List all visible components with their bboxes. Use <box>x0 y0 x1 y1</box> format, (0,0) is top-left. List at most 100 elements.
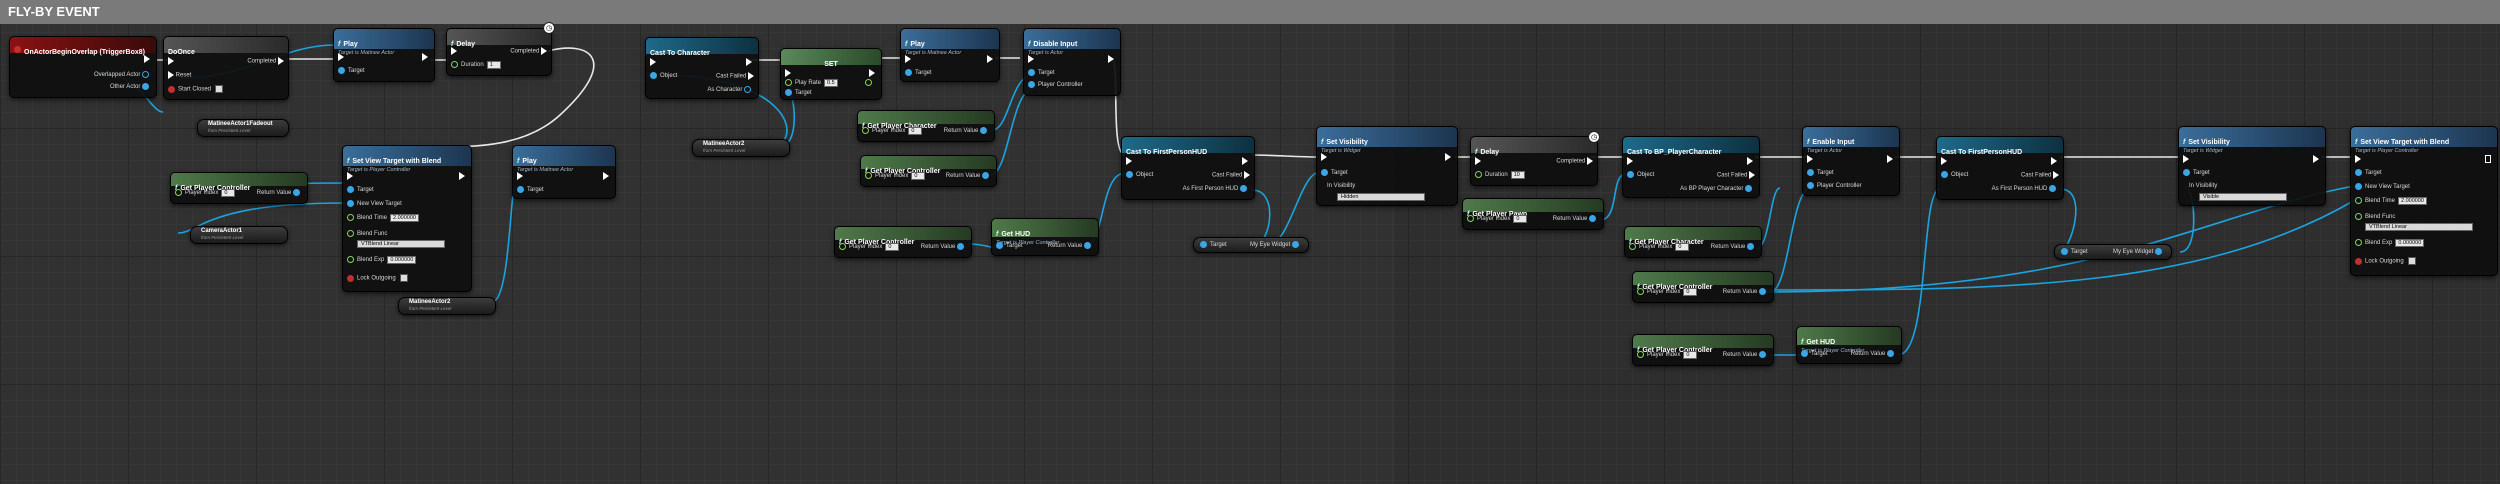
reset-pin[interactable]: Reset <box>168 71 191 79</box>
new-view-target-pin[interactable]: New View Target <box>2355 183 2410 190</box>
cast-to-character-node[interactable]: Cast To Character Object Cast Failed As … <box>645 37 759 99</box>
play-rate-pin[interactable]: Play Rate 0.5 <box>785 79 839 88</box>
return-value-pin[interactable]: Return Value <box>921 243 967 250</box>
visibility-select[interactable]: Hidden <box>1337 193 1425 201</box>
exec-out-pin[interactable] <box>2485 155 2491 163</box>
return-value-pin[interactable]: Return Value <box>1723 288 1769 295</box>
cast-to-bp-player-character-node[interactable]: Cast To BP_PlayerCharacter Object Cast F… <box>1622 136 1760 198</box>
exec-in-pin[interactable] <box>905 55 911 63</box>
do-once-node[interactable]: DoOnce Completed Reset Start Closed <box>163 36 289 100</box>
player-index-pin[interactable]: Player Index 0 <box>865 172 926 181</box>
player-index-pin[interactable]: Player Index 0 <box>839 243 900 252</box>
player-index-pin[interactable]: Player Index 0 <box>1637 351 1698 360</box>
start-closed-checkbox[interactable] <box>215 85 224 93</box>
target-pin[interactable]: Target <box>2355 169 2382 176</box>
as-hud-pin[interactable]: As First Person HUD <box>1183 185 1250 192</box>
target-pin[interactable]: Target <box>1807 169 1834 176</box>
in-visibility-pin[interactable]: In Visibility <box>2189 183 2217 189</box>
exec-in-pin[interactable] <box>1941 157 1947 165</box>
blend-exp-pin[interactable]: Blend Exp 0.000000 <box>2355 239 2425 248</box>
variable-matinee-fadeout[interactable]: MatineeActor1Fadeout from Persistent Lev… <box>197 119 289 137</box>
get-player-character-node-1[interactable]: f Get Player Character Player Index 0 Retu… <box>857 110 995 142</box>
get-hud-node-2[interactable]: f Get HUD Target is Player Controller Targ… <box>1796 326 1902 364</box>
player-index-pin[interactable]: Player Index 0 <box>1467 215 1528 224</box>
blend-time-field[interactable]: 2.000000 <box>2398 197 2427 206</box>
variable-matinee-actor2[interactable]: MatineeActor2 from Persistent Level <box>692 139 790 157</box>
blend-func-pin[interactable]: Blend Func <box>347 230 387 237</box>
variable-matinee-actor2-b[interactable]: MatineeActor2 from Persistent Level <box>398 297 496 315</box>
exec-in-pin[interactable] <box>2355 155 2361 163</box>
in-visibility-pin[interactable]: In Visibility <box>1327 183 1355 189</box>
get-player-controller-node-4[interactable]: f Get Player Controller Player Index 0 Ret… <box>1632 271 1774 303</box>
exec-out-pin[interactable] <box>1242 157 1248 165</box>
exec-out-pin[interactable] <box>1445 153 1451 161</box>
target-pin[interactable]: Target <box>2061 248 2088 255</box>
blueprint-graph[interactable]: FLY-BY EVENT OnActorBeginOverlap (Trigge… <box>0 0 2500 484</box>
return-value-pin[interactable]: Return Value <box>257 189 303 196</box>
target-pin[interactable]: Target <box>517 186 544 193</box>
exec-out-pin[interactable] <box>422 53 428 61</box>
disable-input-node[interactable]: f Disable Input Target is Actor Target Pla… <box>1023 28 1121 96</box>
exec-in-pin[interactable] <box>1627 157 1633 165</box>
return-value-pin[interactable]: Return Value <box>946 172 992 179</box>
get-my-eye-widget-node-2[interactable]: Target My Eye Widget <box>2054 244 2172 260</box>
get-hud-node-1[interactable]: f Get HUD Target is Player Controller Targ… <box>991 218 1099 256</box>
exec-out-pin[interactable] <box>2313 155 2319 163</box>
new-view-target-pin[interactable]: New View Target <box>347 200 402 207</box>
my-eye-widget-pin[interactable]: My Eye Widget <box>1250 241 1302 248</box>
return-value-pin[interactable]: Return Value <box>1711 243 1757 250</box>
player-index-field[interactable]: 0 <box>221 189 236 198</box>
completed-pin[interactable]: Completed <box>247 57 284 65</box>
other-actor-pin[interactable]: Other Actor <box>110 83 152 90</box>
target-pin[interactable]: Target <box>347 186 374 193</box>
exec-in-pin[interactable] <box>650 58 656 66</box>
play-node-3[interactable]: f Play Target is Matinee Actor Target <box>512 145 616 199</box>
blend-exp-field[interactable]: 0.000000 <box>2395 239 2425 248</box>
get-player-controller-node-2[interactable]: f Get Player Controller Player Index 0 Ret… <box>860 155 997 187</box>
exec-in-pin[interactable] <box>338 53 344 61</box>
exec-in-pin[interactable] <box>2183 155 2189 163</box>
exec-in-pin[interactable] <box>1321 153 1327 161</box>
exec-out-pin[interactable] <box>1108 55 1114 63</box>
player-index-pin[interactable]: Player Index 0 <box>175 189 236 198</box>
object-pin[interactable]: Object <box>1126 171 1153 178</box>
player-index-field[interactable]: 0 <box>1683 351 1698 360</box>
cast-failed-pin[interactable]: Cast Failed <box>2021 171 2059 179</box>
player-index-pin[interactable]: Player Index 0 <box>862 127 923 136</box>
return-value-pin[interactable]: Return Value <box>944 127 990 134</box>
as-bp-player-character-pin[interactable]: As BP Player Character <box>1680 185 1755 192</box>
player-index-field[interactable]: 0 <box>1513 215 1528 224</box>
object-pin[interactable]: Object <box>1627 171 1654 178</box>
exec-out-pin[interactable] <box>987 55 993 63</box>
lock-outgoing-checkbox[interactable] <box>399 274 408 282</box>
lock-outgoing-checkbox[interactable] <box>2407 257 2416 265</box>
enable-input-node[interactable]: f Enable Input Target is Actor Target Play… <box>1802 126 1900 196</box>
duration-pin[interactable]: Duration 10 <box>1475 171 1525 180</box>
exec-out-pin[interactable] <box>1747 157 1753 165</box>
set-visibility-node-1[interactable]: f Set Visibility Target is Widget Target I… <box>1316 126 1458 206</box>
as-hud-pin[interactable]: As First Person HUD <box>1992 185 2059 192</box>
player-controller-pin[interactable]: Player Controller <box>1807 182 1862 189</box>
blend-time-pin[interactable]: Blend Time 2.000000 <box>347 214 419 223</box>
player-index-pin[interactable]: Player Index 0 <box>1629 243 1690 252</box>
duration-pin[interactable]: Duration 1 <box>451 61 501 70</box>
exec-in-pin[interactable] <box>451 47 457 55</box>
exec-in-pin[interactable] <box>1807 155 1813 163</box>
delay-node-2[interactable]: f Delay ◷ Completed Duration 10 <box>1470 131 1600 186</box>
delay-node-1[interactable]: f Delay ◷ Completed Duration 1 <box>446 22 555 76</box>
lock-outgoing-pin[interactable]: Lock Outgoing <box>347 274 408 282</box>
get-player-controller-node-3[interactable]: f Get Player Controller Player Index 0 Ret… <box>834 226 972 258</box>
blend-exp-field[interactable]: 0.000000 <box>387 256 417 265</box>
set-view-target-node-2[interactable]: f Set View Target with Blend Target is Pla… <box>2350 126 2498 276</box>
completed-pin[interactable]: Completed <box>1556 157 1593 165</box>
completed-pin[interactable]: Completed <box>510 47 547 55</box>
blend-func-value[interactable]: VTBlend Linear <box>357 240 445 248</box>
blend-func-value[interactable]: VTBlend Linear <box>2365 223 2473 231</box>
target-pin[interactable]: Target <box>1801 350 1828 357</box>
return-value-pin[interactable]: Return Value <box>1048 242 1094 249</box>
player-index-field[interactable]: 0 <box>911 172 926 181</box>
exec-in-pin[interactable] <box>347 172 353 180</box>
target-pin[interactable]: Target <box>996 242 1023 249</box>
target-pin[interactable]: Target <box>1321 169 1348 176</box>
return-value-pin[interactable]: Return Value <box>1553 215 1599 222</box>
